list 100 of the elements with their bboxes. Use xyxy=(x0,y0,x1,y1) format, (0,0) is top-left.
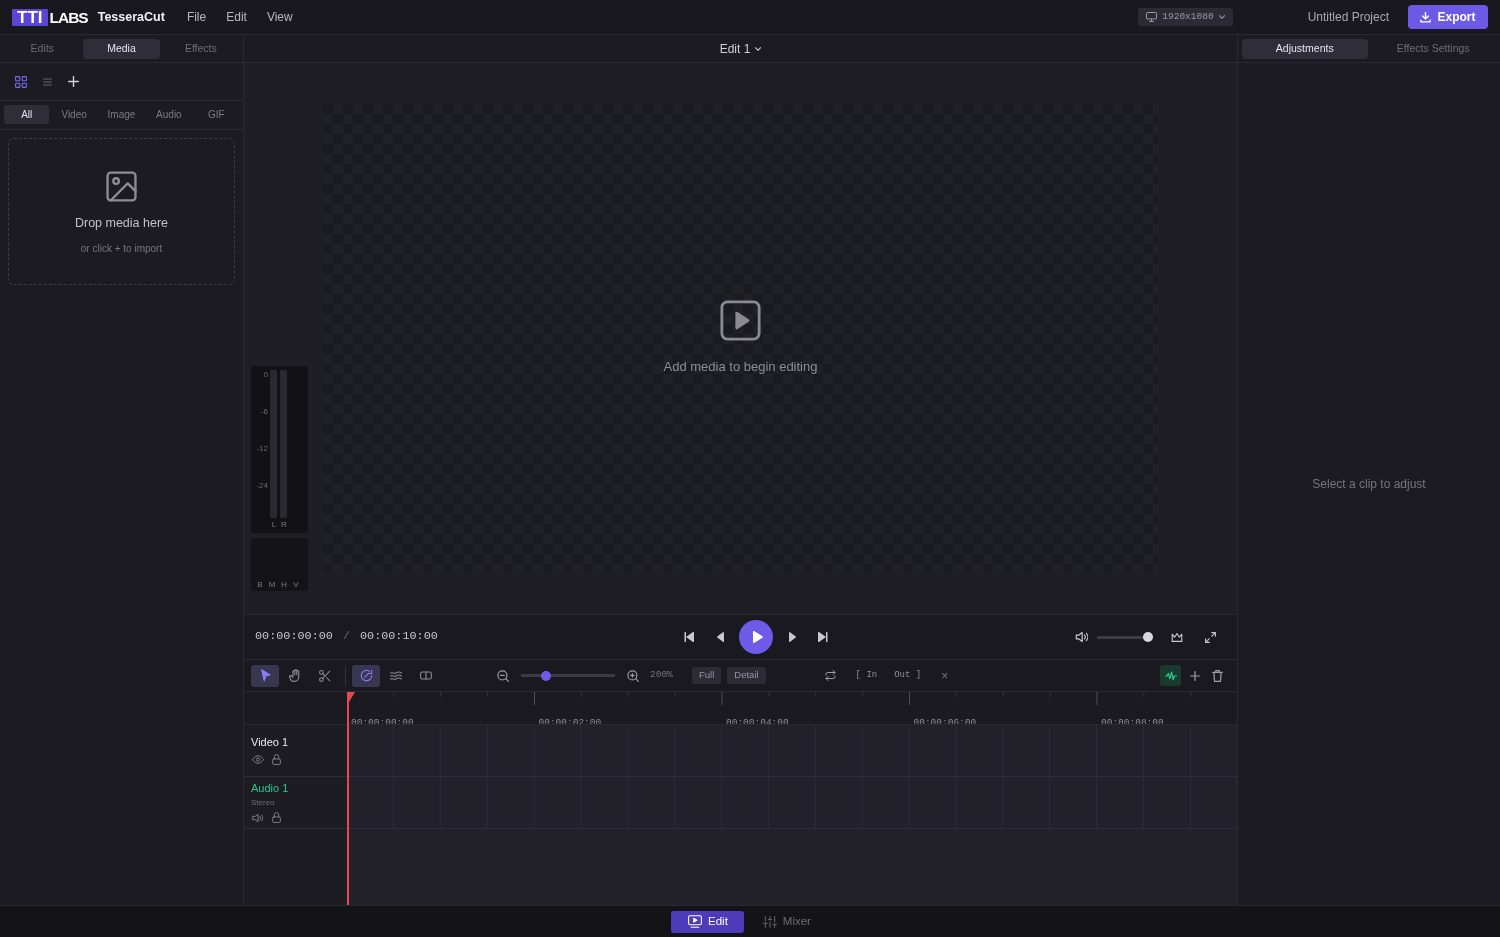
eye-icon xyxy=(251,755,264,764)
filter-tab[interactable]: Image xyxy=(98,105,145,124)
waveform-toggle[interactable] xyxy=(1160,665,1181,686)
select-tool-button[interactable] xyxy=(251,664,279,687)
scope-label: B xyxy=(256,580,264,589)
meter-channel-label: R xyxy=(280,520,288,529)
meter-scale-label: -6 xyxy=(260,407,268,418)
logo-text: LABS xyxy=(49,8,88,26)
trash-icon xyxy=(1211,669,1223,682)
menu-item[interactable]: File xyxy=(176,8,217,26)
filter-tab[interactable]: Audio xyxy=(146,105,192,124)
plus-icon xyxy=(1190,670,1200,681)
add-media-button[interactable] xyxy=(65,73,81,90)
monitor-play-icon xyxy=(688,915,702,928)
zoom-out-icon xyxy=(497,669,509,682)
app-name: TesseraCut xyxy=(97,8,165,26)
drop-zone[interactable]: Drop media here or click + to import xyxy=(8,138,235,285)
grid-icon xyxy=(15,75,27,88)
meter-channel-label: L xyxy=(270,520,278,529)
sequence-dropdown[interactable]: Edit 1 xyxy=(715,39,766,58)
drop-zone-title: Drop media here xyxy=(74,215,169,232)
volume-icon xyxy=(252,812,263,823)
zoom-out-button[interactable] xyxy=(495,667,511,684)
image-icon xyxy=(106,171,137,202)
zoom-thumb[interactable] xyxy=(541,670,552,681)
plus-icon xyxy=(67,76,79,87)
scope-label: M xyxy=(268,580,276,589)
loop-button[interactable] xyxy=(822,667,839,684)
loop-icon xyxy=(825,670,837,681)
panel-tab[interactable]: Media xyxy=(83,39,160,59)
duration-time: 00:00:10:00 xyxy=(359,628,438,646)
mute-button[interactable] xyxy=(251,811,264,824)
in-point-button[interactable]: [ In xyxy=(855,666,878,685)
scope-label: H xyxy=(280,580,288,589)
crown-icon xyxy=(1171,631,1183,643)
workspace-tab[interactable]: Edit xyxy=(671,910,744,933)
lock-icon xyxy=(272,754,281,765)
project-title: Untitled Project xyxy=(1307,9,1389,26)
zoom-level-text: 200% xyxy=(650,668,674,683)
zoom-preset-button[interactable]: Detail xyxy=(727,667,766,684)
step-back-icon xyxy=(716,632,724,642)
panel-tab[interactable]: Effects Settings xyxy=(1370,39,1496,59)
track-name: Audio 1 xyxy=(251,781,290,795)
empty-preview-message: Add media to begin editing xyxy=(663,358,818,377)
export-button[interactable]: Export xyxy=(1408,5,1488,29)
scope-label: V xyxy=(292,580,300,589)
visibility-button[interactable] xyxy=(251,753,264,766)
skip-end-icon xyxy=(818,632,828,642)
delete-button[interactable] xyxy=(1209,667,1225,684)
play-icon xyxy=(751,631,763,643)
logo-mark: TTI xyxy=(12,8,48,26)
clear-button[interactable]: × xyxy=(941,666,949,685)
panel-tab[interactable]: Effects xyxy=(162,39,239,59)
time-separator: / xyxy=(342,628,350,646)
sliders-icon xyxy=(762,915,777,928)
meter-scale-label: -12 xyxy=(256,444,268,455)
grid-view-button[interactable] xyxy=(13,73,29,90)
lock-button[interactable] xyxy=(270,811,283,824)
split-rect-icon xyxy=(420,671,432,680)
skip-start-icon xyxy=(684,632,694,642)
zoom-in-icon xyxy=(627,669,639,682)
waveform-icon xyxy=(1164,670,1177,681)
hand-icon xyxy=(288,669,302,682)
volume-icon xyxy=(1074,631,1088,643)
expand-icon xyxy=(1204,631,1216,643)
menu-item[interactable]: View xyxy=(256,8,303,26)
monitor-icon xyxy=(1146,12,1158,22)
zoom-preset-button[interactable]: Full xyxy=(692,667,722,684)
drop-zone-hint: or click + to import xyxy=(80,241,163,256)
circular-arrow-icon xyxy=(359,669,373,682)
out-point-button[interactable]: Out ] xyxy=(894,666,922,685)
waves-icon xyxy=(390,670,402,681)
list-icon xyxy=(42,77,52,86)
filter-tab[interactable]: Video xyxy=(51,105,97,124)
circular-arrow-toggle[interactable] xyxy=(352,664,380,687)
caret-icon xyxy=(755,46,762,51)
volume-thumb[interactable] xyxy=(1143,632,1153,642)
pointer-icon xyxy=(259,669,271,682)
lock-icon xyxy=(272,812,281,823)
lock-button[interactable] xyxy=(270,753,283,766)
empty-panel-message: Select a clip to adjust xyxy=(1312,476,1426,493)
filter-tab[interactable]: All xyxy=(4,105,50,124)
play-icon xyxy=(720,300,761,342)
workspace-tab[interactable]: Mixer xyxy=(762,910,811,933)
track-name: Video 1 xyxy=(251,735,290,749)
meter-scale-label: 0 xyxy=(263,370,268,381)
caret-icon xyxy=(1218,15,1225,19)
track-subtitle: Stereo xyxy=(251,797,276,807)
step-forward-icon xyxy=(788,632,796,642)
filter-tab[interactable]: GIF xyxy=(193,105,239,124)
panel-tab[interactable]: Edits xyxy=(4,39,81,59)
scissors-icon xyxy=(319,669,331,682)
meter-scale-label: -24 xyxy=(256,481,268,492)
resolution-dropdown[interactable]: 1920x1080 xyxy=(1138,8,1233,26)
menu-item[interactable]: Edit xyxy=(216,8,257,26)
current-time: 00:00:00:00 xyxy=(255,628,333,646)
download-icon xyxy=(1420,11,1432,23)
zoom-in-button[interactable] xyxy=(625,667,641,684)
play-button[interactable] xyxy=(739,620,773,654)
panel-tab[interactable]: Adjustments xyxy=(1242,39,1368,59)
